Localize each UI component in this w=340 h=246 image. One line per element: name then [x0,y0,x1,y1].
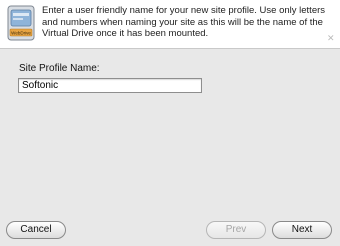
instruction-text: Enter a user friendly name for your new … [42,5,326,39]
next-button[interactable]: Next [272,221,332,239]
header-panel: WebDrive Enter a user friendly name for … [0,0,340,49]
webdrive-app-icon: WebDrive [7,5,35,41]
site-profile-name-label: Site Profile Name: [19,63,100,74]
prev-button[interactable]: Prev [206,221,266,239]
site-profile-name-input[interactable] [18,78,202,93]
close-icon: ✕ [327,33,335,43]
cancel-button[interactable]: Cancel [6,221,66,239]
icon-label: WebDrive [11,31,31,36]
